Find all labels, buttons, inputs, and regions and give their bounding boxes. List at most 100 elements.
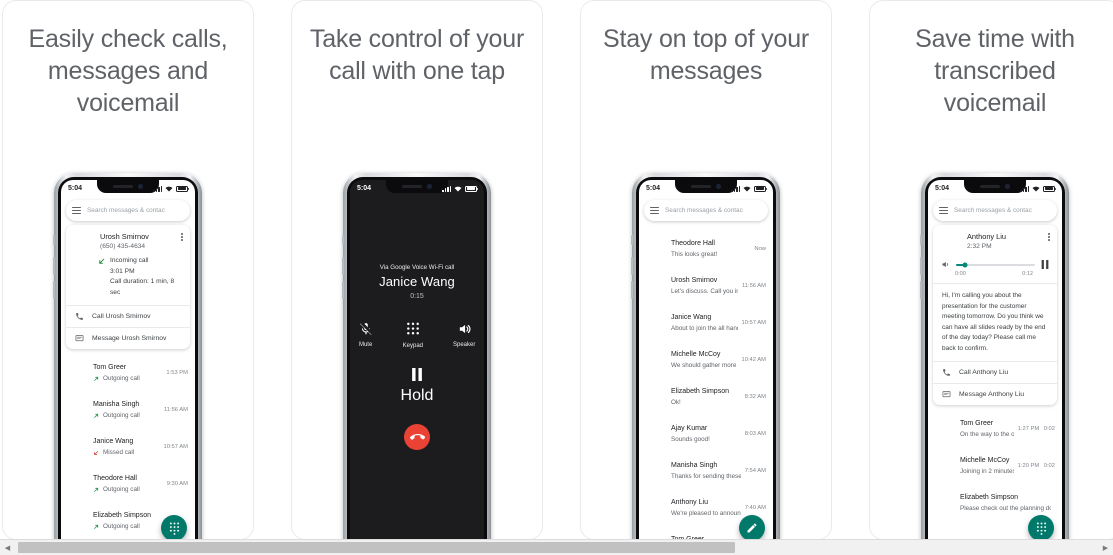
feature-card-messages[interactable]: Stay on top of your messages 5:04 Search… [580,0,832,540]
call-contact-label: Call Urosh Smirnov [92,313,151,320]
call-contact-action[interactable]: Call Anthony Liu [933,362,1057,383]
feature-card-row: Easily check calls, messages and voicema… [0,0,1113,540]
avatar [646,496,664,514]
call-history-list: Tom Greer Outgoing call 1:53 PM Manisha … [61,349,195,536]
list-item[interactable]: Janice Wang Missed call 10:57 AM [61,425,195,462]
message-contact-action[interactable]: Message Anthony Liu [933,384,1057,405]
dialpad-fab-button[interactable] [1028,515,1054,539]
phone-side-button [920,235,922,245]
list-item[interactable]: Elizabeth Simpson Please check out the pl… [928,481,1062,518]
timestamp: 10:57 AM [741,319,767,326]
keypad-button[interactable]: Keypad [403,322,423,349]
avatar[interactable] [749,204,762,217]
contact-name: Elizabeth Simpson [960,493,1018,501]
list-item[interactable]: Janice WangAbout to join the all hands. … [639,301,773,338]
page-title: Easily check calls, messages and voicema… [28,25,228,117]
voicemail-detail-header: Anthony Liu 2:32 PM [933,225,1057,258]
scroll-right-arrow-icon[interactable]: ▶ [1098,540,1113,555]
end-call-button[interactable] [404,424,430,450]
scrollbar-thumb[interactable] [18,542,735,553]
horizontal-scrollbar[interactable]: ◀ ▶ [0,539,1113,555]
list-item[interactable]: Michelle McCoy We should gather more info… [639,338,773,375]
call-duration-label: Call duration: 1 min, 8 sec [110,278,175,296]
end-call-icon [409,433,425,440]
message-contact-label: Message Urosh Smirnov [92,335,167,342]
list-item[interactable]: Michelle McCoy Joining in 2 minutes. 1:20… [928,444,1062,481]
hold-button[interactable]: Hold [350,368,484,405]
overflow-menu-icon[interactable] [181,233,183,242]
hamburger-menu-icon[interactable] [650,207,659,214]
feature-card-calls[interactable]: Easily check calls, messages and voicema… [2,0,254,540]
call-detail-meta: Incoming call 3:01 PM Call duration: 1 m… [66,256,190,305]
voicemail-player[interactable] [933,258,1057,270]
list-item[interactable]: Elizabeth Simpson Ok! 8:32 AM [639,375,773,412]
voicemail-preview: Please check out the planning doc [960,504,1051,512]
contact-name: Ajay Kumar [671,424,708,432]
page-title: Save time with transcribed voicemail [915,25,1075,117]
phone-volume-down-button [53,281,55,299]
avatar [68,361,86,379]
search-bar[interactable]: Search messages & contacts [644,200,768,221]
avatar [646,422,664,440]
call-time-row: 3:01 PM [98,267,183,278]
call-time-label: 3:01 PM [110,267,135,275]
phone-volume-up-button [53,257,55,275]
search-input[interactable]: Search messages & contacts [87,207,165,214]
compose-message-fab-button[interactable] [739,515,765,539]
phone-mockup: 5:04 Search messages & contacts [53,173,202,539]
phone-mockup: 5:04 Search messages & contacts [631,173,780,539]
phone-volume-up-button [342,257,344,275]
timestamp: 8:32 AM [744,393,766,400]
search-input[interactable]: Search messages & contacts [665,207,743,214]
hamburger-menu-icon[interactable] [939,207,948,214]
pause-icon[interactable] [1041,260,1049,269]
list-item[interactable]: Urosh Smirnov Let's discuss. Call you in … [639,264,773,301]
active-call-screen: Via Google Voice Wi-Fi call Janice Wang … [350,197,484,539]
call-detail-card[interactable]: Urosh Smirnov (650) 435-4634 Incoming ca… [66,225,190,349]
app-body: Search messages & contacts Theodore Hall… [639,197,773,539]
status-bar: 5:04 [639,180,773,197]
speaker-icon [459,324,471,334]
phone-volume-up-button [920,257,922,275]
dialpad-icon [169,522,179,535]
feature-card-voicemail[interactable]: Save time with transcribed voicemail 5:0… [869,0,1113,540]
pause-icon [412,368,422,381]
contact-name: Michelle McCoy [960,456,1010,464]
compose-pencil-icon [747,523,757,533]
hamburger-menu-icon[interactable] [72,207,81,214]
dialpad-fab-button[interactable] [161,515,187,539]
app-body: Search messages & contacts [61,197,195,539]
avatar [646,385,664,403]
feature-card-active-call[interactable]: Take control of your call with one tap 5… [291,0,543,540]
mute-button[interactable]: Mute [359,322,373,349]
overflow-menu-icon[interactable] [1048,233,1050,242]
speaker-button[interactable]: Speaker [453,322,475,349]
call-contact-action[interactable]: Call Urosh Smirnov [66,306,190,327]
message-preview: About to join the all hands. [671,324,738,332]
timestamp: 11:56 AM [741,282,766,289]
phone-icon [943,369,950,376]
timestamp: 11:56 AM [163,406,188,413]
voicemail-player-times: 0:00 0:12 [947,270,1041,283]
voicemail-detail-card[interactable]: Anthony Liu 2:32 PM 0:00 0:12 Hi, I'm ca… [933,225,1057,405]
search-bar[interactable]: Search messages & contacts [933,200,1057,221]
search-bar[interactable]: Search messages & contacts [66,200,190,221]
avatar[interactable] [1038,204,1051,217]
search-input[interactable]: Search messages & contacts [954,207,1032,214]
message-contact-action[interactable]: Message Urosh Smirnov [66,328,190,349]
wifi-icon [165,186,173,191]
list-item[interactable]: Tom Greer Outgoing call 1:53 PM [61,351,195,388]
list-item[interactable]: Tom Greer On the way to the office. 1:27 … [928,407,1062,444]
incoming-call-arrow-icon [99,258,105,264]
list-item[interactable]: Theodore Hall Outgoing call 9:30 AM [61,462,195,499]
avatar[interactable] [171,204,184,217]
list-item[interactable]: Manisha Singh Outgoing call 11:56 AM [61,388,195,425]
list-item[interactable]: Manisha Singh Thanks for sending these al… [639,449,773,486]
list-item[interactable]: Theodore Hall This looks great! Now [639,227,773,264]
scroll-left-arrow-icon[interactable]: ◀ [0,540,15,555]
progress-knob[interactable] [962,262,968,267]
list-item[interactable]: Ajay Kumar Sounds good! 8:03 AM [639,412,773,449]
voicemail-progress-slider[interactable] [956,262,1035,267]
status-time: 5:04 [357,185,372,192]
avatar [935,454,953,472]
